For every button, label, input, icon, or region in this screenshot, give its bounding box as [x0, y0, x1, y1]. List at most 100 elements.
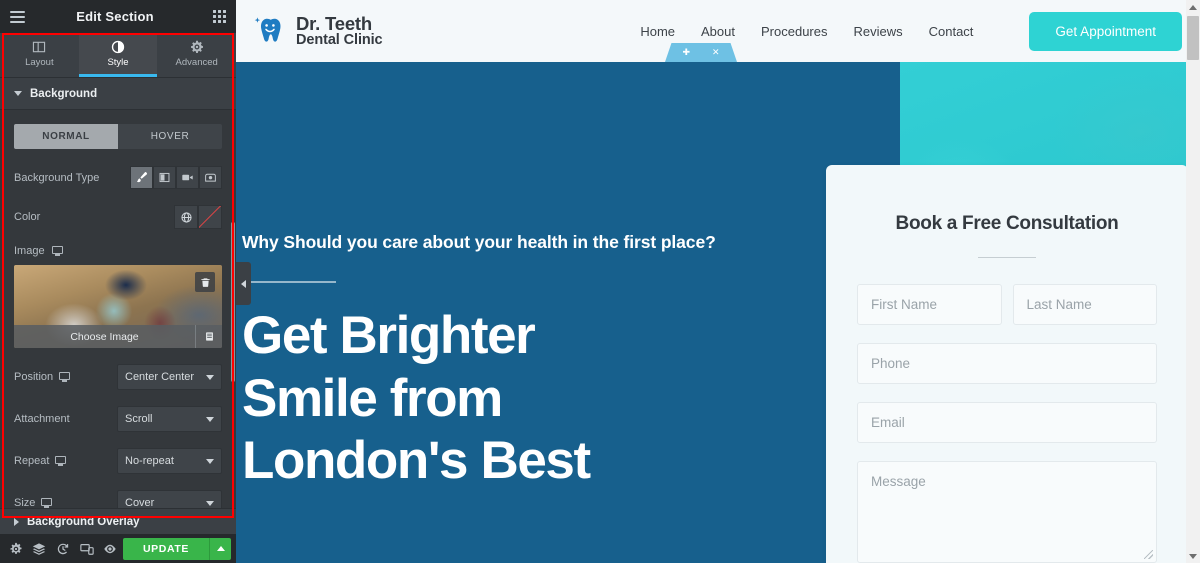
history-icon[interactable]: [52, 534, 74, 563]
attachment-value: Scroll: [125, 413, 153, 425]
hamburger-icon[interactable]: [0, 0, 34, 33]
desktop-icon[interactable]: [41, 498, 53, 508]
contrast-half-circle-icon: [111, 40, 125, 53]
desktop-icon[interactable]: [55, 456, 67, 466]
trash-icon[interactable]: [195, 272, 215, 292]
background-type-row: Background Type: [14, 166, 222, 189]
chevron-left-icon: [241, 279, 246, 288]
position-value: Center Center: [125, 371, 195, 383]
hero-copy: Why Should you care about your health in…: [236, 62, 856, 493]
chevron-right-icon: [14, 517, 19, 526]
layers-navigator-icon[interactable]: [29, 534, 51, 563]
phone-input[interactable]: Phone: [857, 343, 1157, 384]
site-preview: Dr. Teeth Dental Clinic Home About Proce…: [236, 0, 1200, 563]
nav-item-reviews[interactable]: Reviews: [853, 24, 902, 39]
bg-type-gradient-button[interactable]: [153, 166, 176, 189]
name-row: First Name Last Name: [857, 284, 1157, 325]
image-picker[interactable]: Choose Image: [14, 265, 222, 348]
position-label: Position: [14, 371, 110, 383]
position-select[interactable]: Center Center: [117, 364, 222, 390]
attachment-select[interactable]: Scroll: [117, 406, 222, 432]
update-options-button[interactable]: [209, 537, 231, 560]
chevron-down-icon: [206, 374, 214, 380]
form-divider: [978, 257, 1036, 258]
nav-item-contact[interactable]: Contact: [929, 24, 974, 39]
repeat-row: Repeat No-repeat: [14, 448, 222, 474]
preview-eye-icon[interactable]: [99, 534, 121, 563]
choose-image-bar[interactable]: Choose Image: [14, 325, 222, 348]
hero-section: Why Should you care about your health in…: [236, 62, 1200, 563]
responsive-mode-icon[interactable]: [76, 534, 98, 563]
desktop-icon[interactable]: [51, 246, 63, 256]
form-title: Book a Free Consultation: [895, 213, 1119, 234]
panel-footer: UPDATE: [0, 534, 236, 563]
hero-headline-line-2: Smile from: [242, 368, 503, 428]
page-title: Edit Section: [76, 9, 154, 24]
panel-header: Edit Section: [0, 0, 236, 33]
media-library-icon[interactable]: [195, 325, 222, 348]
nav-item-procedures[interactable]: Procedures: [761, 24, 827, 39]
nav-item-home[interactable]: Home: [640, 24, 675, 39]
position-label-text: Position: [14, 371, 54, 383]
section-background-overlay-header[interactable]: Background Overlay: [0, 508, 236, 534]
tab-layout-label: Layout: [25, 56, 54, 68]
close-x-icon[interactable]: ✕: [712, 47, 720, 58]
color-controls: [174, 205, 222, 229]
normal-hover-toggle: NORMAL HOVER: [14, 124, 222, 149]
scrollbar-thumb[interactable]: [1187, 16, 1199, 60]
message-textarea[interactable]: Message: [857, 461, 1157, 563]
plus-icon[interactable]: ✚: [682, 47, 690, 58]
state-hover-button[interactable]: HOVER: [118, 124, 222, 149]
background-overlay-label: Background Overlay: [27, 515, 140, 528]
elementor-editor-screen: Edit Section Layout Style Advanced Backg…: [0, 0, 1200, 563]
hero-divider: [244, 281, 336, 284]
bg-type-classic-button[interactable]: [130, 166, 153, 189]
resize-handle-icon[interactable]: [1144, 550, 1153, 559]
repeat-label-text: Repeat: [14, 455, 50, 467]
hero-headline-line-1: Get Brighter: [242, 306, 536, 366]
layout-columns-icon: [33, 41, 46, 52]
state-normal-button[interactable]: NORMAL: [14, 124, 118, 149]
panel-scrollbar[interactable]: [231, 222, 235, 382]
chevron-down-icon: [206, 458, 214, 464]
tab-advanced-label: Advanced: [175, 56, 218, 68]
update-group: UPDATE: [123, 537, 231, 560]
section-background-header[interactable]: Background: [0, 78, 236, 110]
tab-style[interactable]: Style: [78, 33, 158, 77]
grid-apps-icon[interactable]: [202, 0, 236, 33]
bg-type-video-button[interactable]: [176, 166, 199, 189]
last-name-input[interactable]: Last Name: [1012, 284, 1157, 325]
logo-line-2: Dental Clinic: [296, 32, 383, 49]
color-row: Color: [14, 205, 222, 229]
color-swatch[interactable]: [198, 205, 222, 229]
get-appointment-button[interactable]: Get Appointment: [1029, 11, 1182, 51]
email-input[interactable]: Email: [857, 402, 1157, 443]
chevron-up-icon: [216, 546, 225, 551]
gear-icon: [190, 40, 203, 53]
gear-icon[interactable]: [5, 534, 27, 563]
panel-body: NORMAL HOVER Background Type Color Image…: [0, 110, 236, 563]
consultation-form-card: Book a Free Consultation First Name Last…: [826, 165, 1188, 563]
repeat-select[interactable]: No-repeat: [117, 448, 222, 474]
logo-text: Dr. Teeth Dental Clinic: [296, 13, 383, 49]
slideshow-icon: [205, 173, 216, 182]
tab-advanced[interactable]: Advanced: [157, 33, 236, 77]
bg-type-slideshow-button[interactable]: [199, 166, 222, 189]
chevron-down-icon: [206, 416, 214, 422]
panel-collapse-button[interactable]: [236, 262, 251, 305]
desktop-icon[interactable]: [59, 372, 71, 382]
nav-item-about[interactable]: About: [701, 24, 735, 39]
scroll-down-arrow-icon[interactable]: [1186, 549, 1200, 563]
attachment-row: Attachment Scroll: [14, 406, 222, 432]
editor-panel: Edit Section Layout Style Advanced Backg…: [0, 0, 236, 563]
hero-headline-line-3: London's Best: [242, 431, 591, 491]
browser-scrollbar[interactable]: [1186, 0, 1200, 563]
attachment-label: Attachment: [14, 413, 70, 425]
grid-handle-icon[interactable]: [697, 49, 705, 57]
update-button[interactable]: UPDATE: [123, 537, 209, 560]
first-name-input[interactable]: First Name: [857, 284, 1002, 325]
logo[interactable]: Dr. Teeth Dental Clinic: [253, 13, 383, 49]
tab-layout[interactable]: Layout: [0, 33, 79, 77]
global-color-button[interactable]: [174, 205, 198, 229]
scroll-up-arrow-icon[interactable]: [1186, 0, 1200, 14]
